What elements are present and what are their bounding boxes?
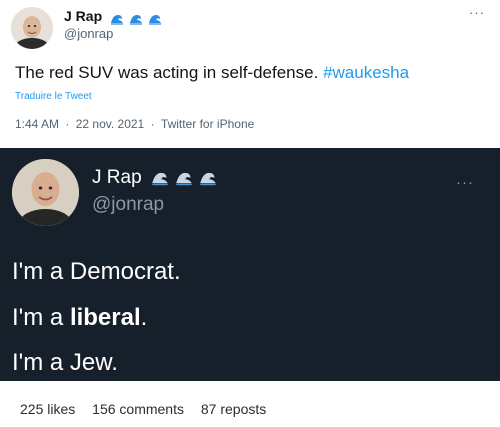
avatar-image [11, 7, 53, 49]
top-tweet: J Rap @jonrap ··· The red SUV was acting… [0, 0, 500, 148]
tweet-text-main: The red SUV was acting in self-defense. [15, 63, 319, 82]
display-name-text: J Rap [64, 8, 103, 24]
embedded-tweet-screenshot: J Rap @jonrap ··· I'm a Democrat. I'm a … [0, 148, 500, 381]
tweet-meta: 1:44 AM · 22 nov. 2021 · Twitter for iPh… [15, 117, 254, 131]
tweet-body-text: I'm a [12, 304, 70, 331]
display-name-text: J Rap [92, 167, 142, 189]
wave-icon [200, 172, 217, 186]
meta-separator: · [150, 117, 155, 131]
name-emoji-group [150, 167, 218, 189]
translate-tweet-link[interactable]: Traduire le Tweet [15, 91, 92, 102]
avatar [12, 159, 79, 226]
engagement-stats: 225 likes 156 comments 87 reposts [20, 401, 266, 417]
tweet-body-line: I'm a liberal. [12, 304, 147, 332]
tweet-source[interactable]: Twitter for iPhone [161, 117, 254, 131]
wave-icon [129, 14, 142, 25]
tweet-time[interactable]: 1:44 AM [15, 117, 59, 131]
avatar-image [12, 159, 79, 226]
hashtag-link[interactable]: #waukesha [323, 63, 409, 82]
handle: @jonrap [92, 194, 165, 215]
handle[interactable]: @jonrap [64, 26, 113, 41]
more-options-button[interactable]: ··· [469, 5, 485, 20]
display-name: J Rap [92, 167, 217, 189]
tweet-body-bold: liberal [69, 304, 141, 331]
comments-count[interactable]: 156 comments [92, 401, 184, 417]
display-name[interactable]: J Rap [64, 8, 162, 25]
wave-icon [152, 172, 168, 186]
wave-icon [111, 14, 124, 25]
wave-icon [148, 14, 161, 25]
meta-separator: · [65, 117, 70, 131]
tweet-date[interactable]: 22 nov. 2021 [76, 117, 145, 131]
likes-count[interactable]: 225 likes [20, 401, 75, 417]
tweet-text: The red SUV was acting in self-defense. … [15, 63, 409, 83]
wave-icon [176, 172, 192, 186]
avatar[interactable] [11, 7, 53, 49]
tweet-body-line: I'm a Jew. [12, 349, 118, 376]
name-emoji-group [109, 9, 162, 25]
tweet-body-line: I'm a Democrat. [12, 258, 181, 285]
more-options-button: ··· [456, 174, 474, 191]
reposts-count[interactable]: 87 reposts [201, 401, 266, 417]
tweet-body-text: . [140, 304, 148, 331]
